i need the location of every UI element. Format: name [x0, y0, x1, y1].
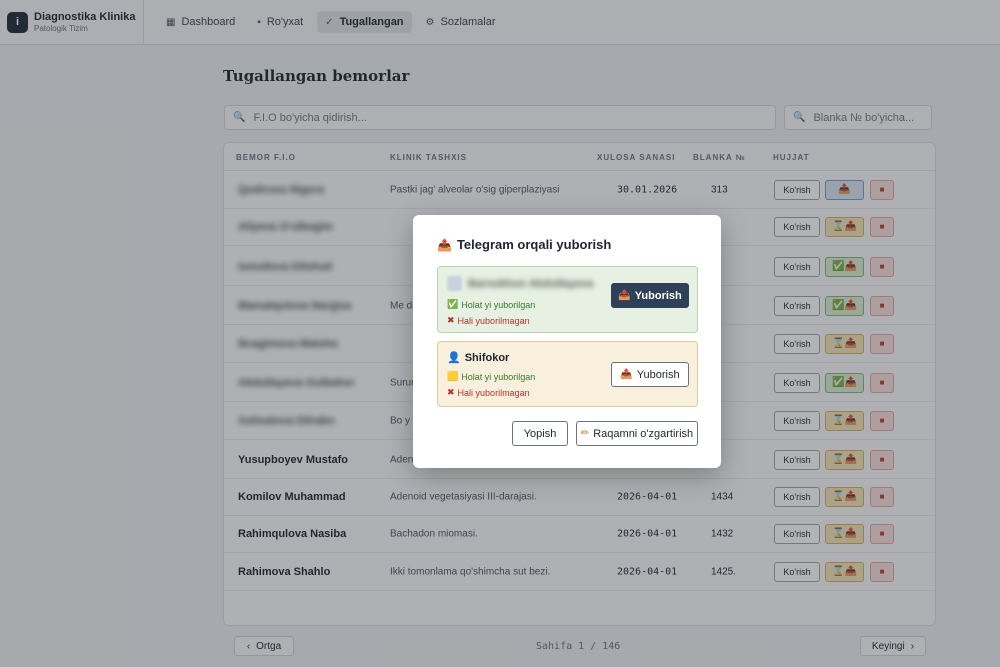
cross-icon: ✖	[447, 387, 455, 397]
user-icon: 👤	[447, 352, 461, 364]
doctor-status-sent: 🟨 Holat yi yuborilgan	[447, 371, 536, 382]
doctor-status-pending: ✖ Hali yuborilmagan	[447, 387, 530, 398]
doctor-head: 👤 Shifokor	[447, 351, 510, 365]
patient-avatar	[447, 276, 462, 291]
change-number-button[interactable]: ✏ Raqamni o'zgartirish	[576, 421, 698, 446]
pencil-icon: ✏	[580, 428, 590, 439]
cross-icon: ✖	[447, 315, 455, 325]
doctor-panel: 👤 Shifokor 🟨 Holat yi yuborilgan ✖ Hali …	[437, 341, 698, 407]
telegram-modal: 📤 Telegram orqali yuborish Barnokhon Abd…	[413, 215, 721, 468]
doctor-label: Shifokor	[464, 351, 510, 364]
patient-panel: Barnokhon Abdullayeva ✅ Holat yi yuboril…	[437, 266, 698, 333]
check-box-icon: ✅	[447, 299, 459, 309]
patient-head: Barnokhon Abdullayeva	[447, 276, 594, 291]
send-tray-icon: 📤	[437, 237, 452, 252]
patient-status-sent: ✅ Holat yi yuborilgan	[447, 299, 536, 310]
patient-status-pending: ✖ Hali yuborilmagan	[447, 315, 530, 326]
doctor-send-button[interactable]: 📤 Yuborish	[611, 362, 689, 387]
patient-name: Barnokhon Abdullayeva	[468, 277, 594, 290]
send-tray-icon: 📤	[618, 290, 631, 301]
modal-title: 📤 Telegram orqali yuborish	[437, 237, 612, 252]
hourglass-icon: 🟨	[447, 371, 459, 381]
patient-send-button[interactable]: 📤 Yuborish	[611, 283, 689, 308]
modal-close-button[interactable]: Yopish	[512, 421, 568, 446]
send-tray-icon: 📤	[620, 369, 633, 380]
